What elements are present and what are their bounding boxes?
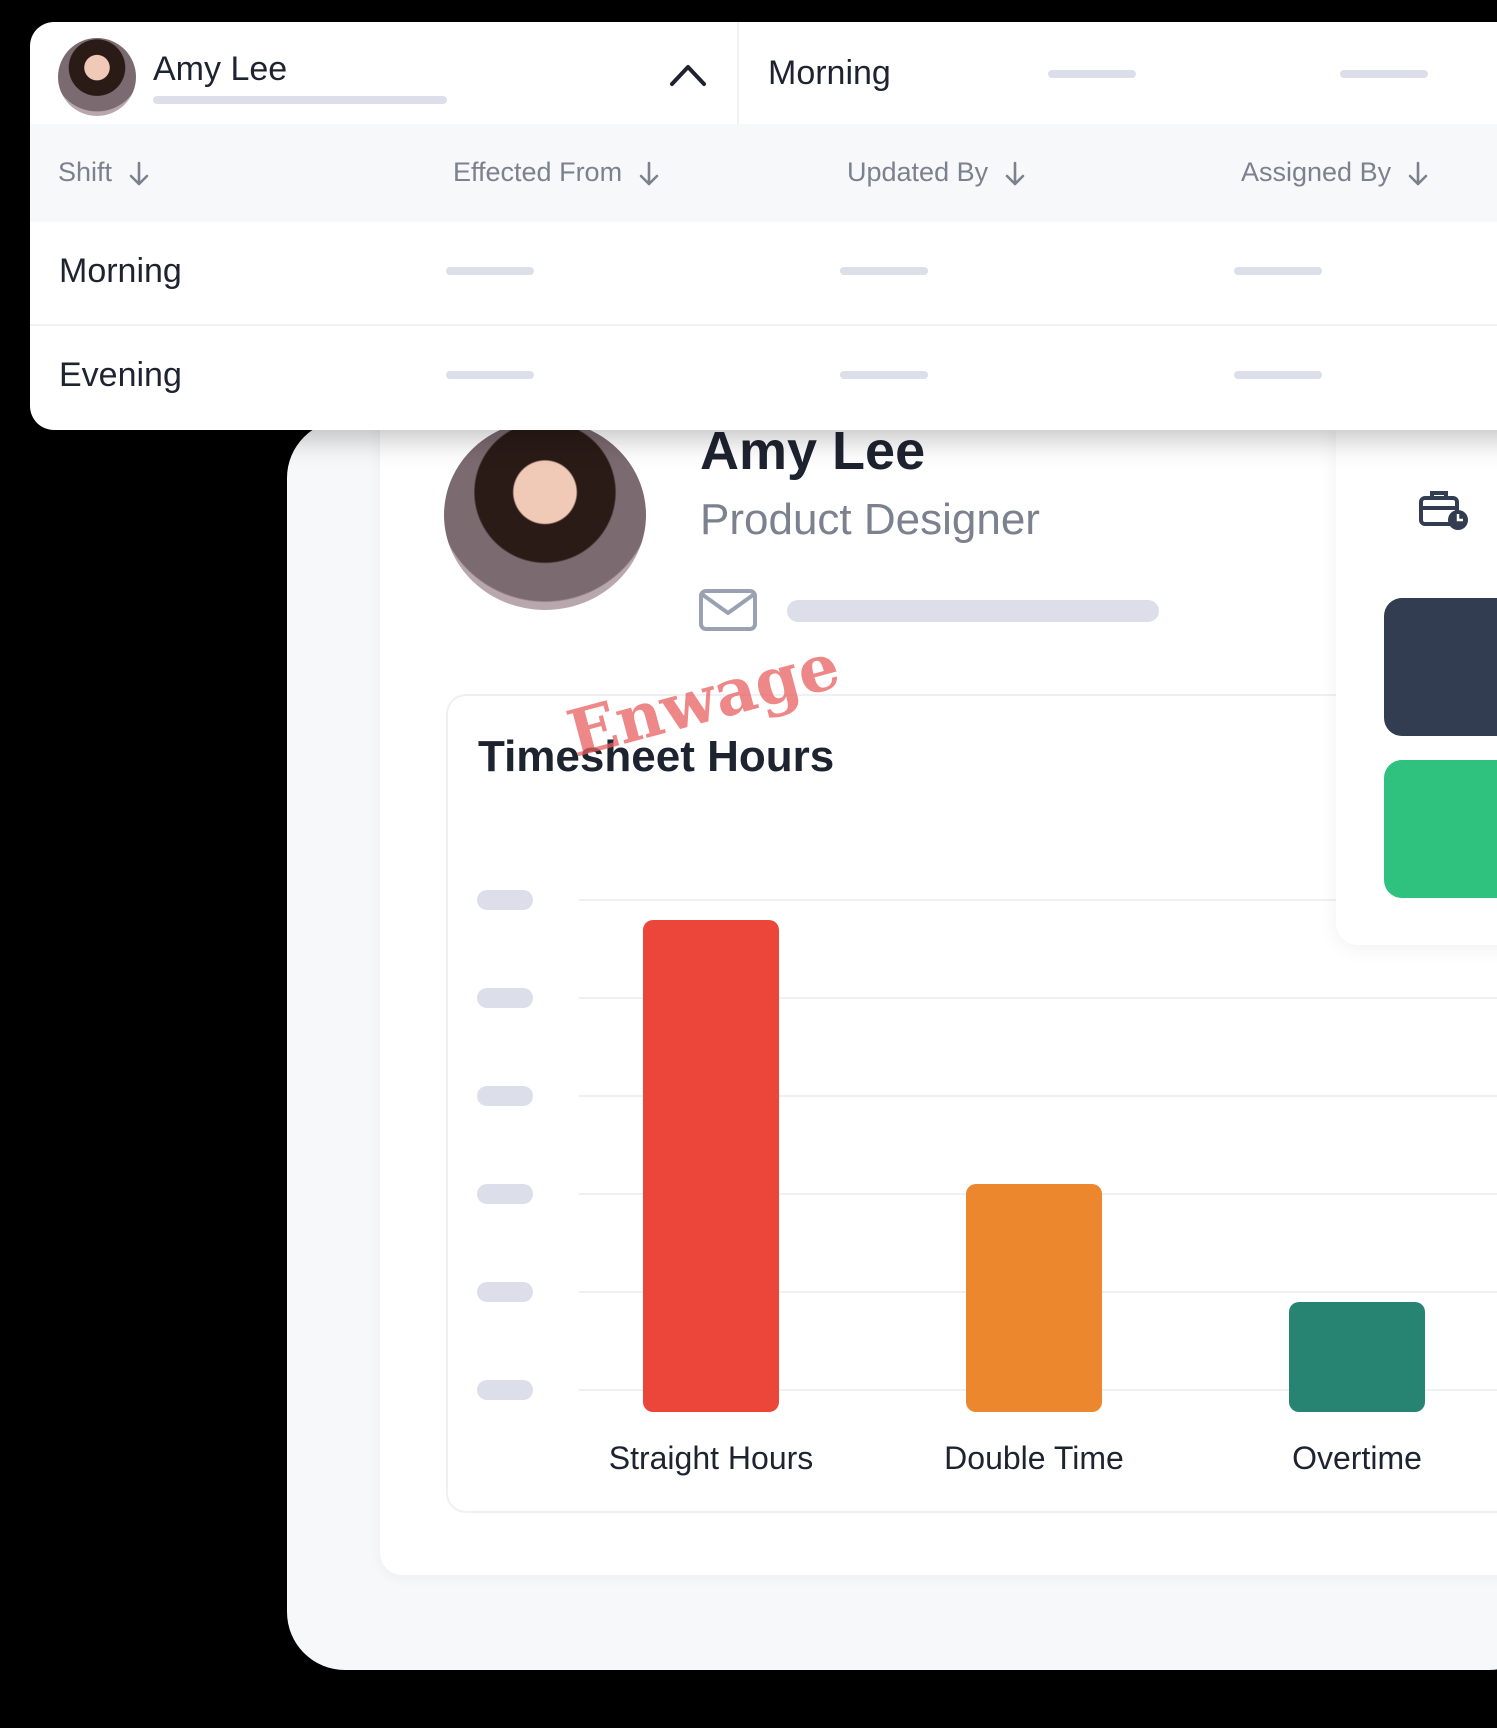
y-axis-tick-placeholder [477,1380,533,1400]
shift-history-dropdown: Amy Lee Morning Shift Effected From Upda… [30,22,1497,430]
y-axis-tick-placeholder [477,1282,533,1302]
user-name: Amy Lee [153,50,288,88]
y-axis-tick-placeholder [477,890,533,910]
selected-shift[interactable]: Morning [768,54,891,93]
table-cell-placeholder [446,371,534,379]
y-axis-tick-placeholder [477,1184,533,1204]
column-header-label: Shift [58,157,113,187]
table-cell-placeholder [840,267,928,275]
column-header-updated-by[interactable]: Updated By [847,157,1026,188]
stat-card-dark[interactable] [1384,598,1497,736]
table-row-shift[interactable]: Evening [59,356,182,395]
table-row-shift[interactable]: Morning [59,252,182,291]
column-header-label: Assigned By [1241,157,1392,187]
chart-bar-overtime[interactable] [1289,1301,1425,1412]
table-cell-placeholder [446,267,534,275]
arrow-down-icon [1408,161,1428,186]
row-divider [30,324,1497,326]
profile-role: Product Designer [700,495,1040,544]
column-header-label: Effected From [453,157,623,187]
user-avatar [58,38,136,116]
updated-by-placeholder [1340,70,1428,78]
user-name-underline [153,96,447,104]
email-placeholder [787,600,1159,622]
chart-bar-double-time[interactable] [966,1184,1102,1412]
briefcase-clock-icon [1419,491,1468,530]
table-cell-placeholder [1234,267,1322,275]
x-axis-label: Straight Hours [608,1440,814,1476]
x-axis-label: Overtime [1292,1440,1422,1476]
header-divider [737,22,739,124]
chevron-up-icon[interactable] [668,60,708,88]
table-cell-placeholder [1234,371,1322,379]
column-header-effected-from[interactable]: Effected From [453,157,660,188]
chart-bar-straight-hours[interactable] [643,919,779,1412]
column-header-label: Updated By [847,157,989,187]
arrow-down-icon [129,161,149,186]
column-header-assigned-by[interactable]: Assigned By [1241,157,1429,188]
profile-avatar [444,420,646,610]
effected-from-placeholder [1048,70,1136,78]
table-cell-placeholder [840,371,928,379]
y-axis-tick-placeholder [477,1086,533,1106]
mail-icon[interactable] [698,588,758,632]
y-axis-tick-placeholder [477,988,533,1008]
arrow-down-icon [1005,161,1025,186]
x-axis-label: Double Time [944,1440,1124,1476]
stat-card-green[interactable] [1384,760,1497,898]
column-header-shift[interactable]: Shift [58,157,150,188]
arrow-down-icon [639,161,659,186]
